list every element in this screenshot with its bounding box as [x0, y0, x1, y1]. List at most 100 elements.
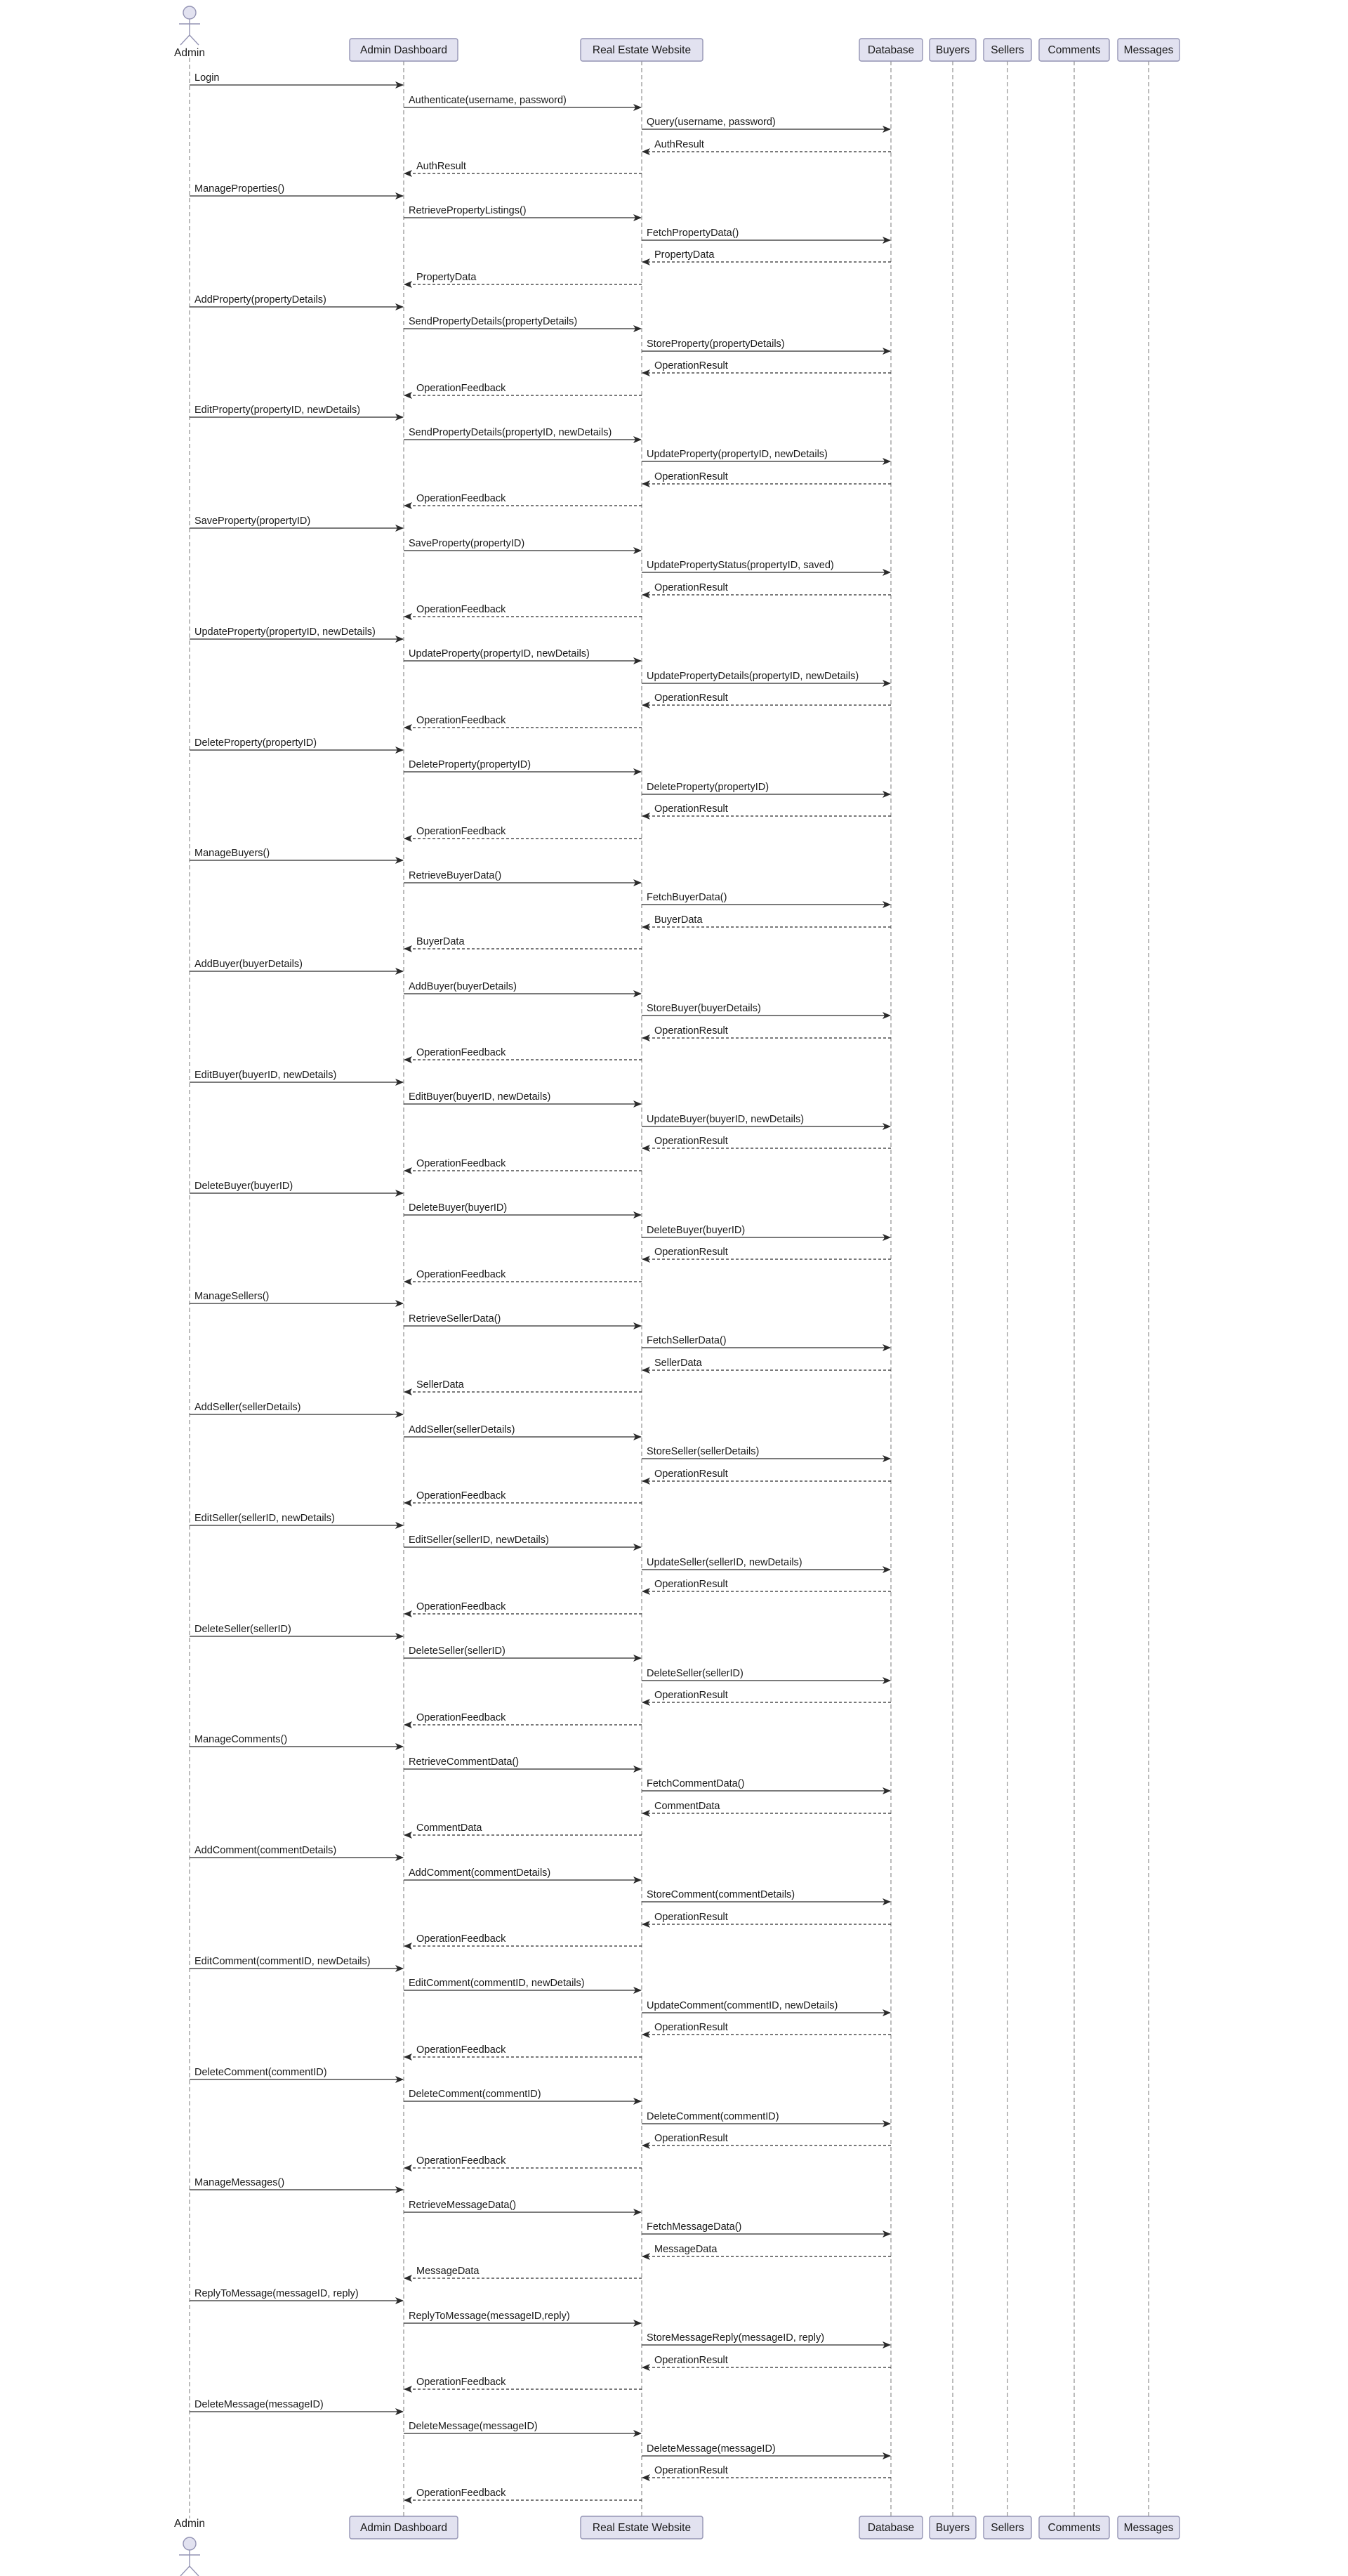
message-41-addbuyer-buyerdetails: AddBuyer(buyerDetails): [190, 959, 404, 975]
message-34-operationresult: OperationResult: [642, 803, 891, 820]
message-label: ManageComments(): [194, 1734, 287, 1745]
message-26-updateproperty-propertyid-newdetails: UpdateProperty(propertyID, newDetails): [190, 626, 404, 643]
participant-label: Database: [868, 2522, 914, 2534]
participant-comments-bottom: Comments: [1038, 2516, 1110, 2539]
message-label: DeleteProperty(propertyID): [409, 759, 531, 770]
message-label: OperationResult: [654, 1912, 728, 1923]
message-label: EditSeller(sellerID, newDetails): [409, 1535, 549, 1546]
message-17-sendpropertydetails-propertyid-newdetails: SendPropertyDetails(propertyID, newDetai…: [404, 427, 642, 443]
message-label: UpdateSeller(sellerID, newDetails): [647, 1557, 802, 1568]
message-label: DeleteMessage(messageID): [409, 2421, 538, 2432]
participant-label: Admin Dashboard: [360, 44, 447, 56]
participant-dashboard-top: Admin Dashboard: [349, 38, 458, 62]
message-86-editcomment-commentid-newdetails: EditComment(commentID, newDetails): [190, 1956, 404, 1972]
message-82-addcomment-commentdetails: AddComment(commentDetails): [404, 1867, 642, 1884]
message-15-operationfeedback: OperationFeedback: [404, 383, 642, 399]
message-78-fetchcommentdata: FetchCommentData(): [642, 1778, 891, 1794]
sequence-diagram: Login Authenticate(username, password) Que…: [174, 6, 1180, 2576]
messages: Login Authenticate(username, password) Que…: [190, 72, 891, 2504]
message-label: OperationFeedback: [416, 1158, 506, 1169]
message-8-fetchpropertydata: FetchPropertyData(): [642, 228, 891, 244]
message-80-commentdata: CommentData: [404, 1822, 642, 1839]
message-label: EditSeller(sellerID, newDetails): [194, 1513, 335, 1524]
message-55-operationfeedback: OperationFeedback: [404, 1269, 642, 1285]
message-label: MessageData: [416, 2266, 480, 2277]
participant-label: Admin Dashboard: [360, 2522, 447, 2534]
participant-messages-top: Messages: [1117, 38, 1180, 62]
participant-label: Sellers: [991, 2522, 1024, 2534]
message-107-deletemessage-messageid: DeleteMessage(messageID): [404, 2421, 642, 2437]
message-85-operationfeedback: OperationFeedback: [404, 1933, 642, 1950]
message-39-buyerdata: BuyerData: [642, 914, 891, 931]
message-label: CommentData: [416, 1822, 482, 1834]
message-label: OperationFeedback: [416, 1490, 506, 1501]
actor-admin-bottom: Admin: [174, 2518, 205, 2576]
participant-sellers-bottom: Sellers: [983, 2516, 1032, 2539]
message-label: OperationResult: [654, 582, 728, 593]
participant-label: Real Estate Website: [593, 44, 691, 56]
message-76-managecomments: ManageComments(): [190, 1734, 404, 1750]
message-25-operationfeedback: OperationFeedback: [404, 604, 642, 620]
message-98-fetchmessagedata: FetchMessageData(): [642, 2221, 891, 2237]
message-54-operationresult: OperationResult: [642, 1247, 891, 1263]
message-label: StoreProperty(propertyDetails): [647, 339, 785, 350]
message-30-operationfeedback: OperationFeedback: [404, 715, 642, 731]
message-19-operationresult: OperationResult: [642, 471, 891, 487]
actor-admin-top: Admin: [174, 6, 205, 59]
message-75-operationfeedback: OperationFeedback: [404, 1712, 642, 1728]
message-87-editcomment-commentid-newdetails: EditComment(commentID, newDetails): [404, 1978, 642, 1994]
message-49-operationresult: OperationResult: [642, 1136, 891, 1152]
message-label: RetrieveCommentData(): [409, 1756, 519, 1768]
message-68-updateseller-sellerid-newdetails: UpdateSeller(sellerID, newDetails): [642, 1557, 891, 1573]
message-label: ReplyToMessage(messageID, reply): [194, 2288, 359, 2299]
message-67-editseller-sellerid-newdetails: EditSeller(sellerID, newDetails): [404, 1535, 642, 1551]
message-label: DeleteBuyer(buyerID): [194, 1181, 293, 1192]
message-label: OperationResult: [654, 1025, 728, 1037]
message-89-operationresult: OperationResult: [642, 2022, 891, 2038]
message-11-addproperty-propertydetails: AddProperty(propertyDetails): [190, 294, 404, 310]
message-label: UpdatePropertyStatus(propertyID, saved): [647, 560, 834, 571]
message-77-retrievecommentdata: RetrieveCommentData(): [404, 1756, 642, 1773]
message-45-operationfeedback: OperationFeedback: [404, 1047, 642, 1063]
message-106-deletemessage-messageid: DeleteMessage(messageID): [190, 2399, 404, 2415]
message-label: DeleteSeller(sellerID): [409, 1645, 505, 1657]
message-59-sellerdata: SellerData: [642, 1358, 891, 1374]
message-label: RetrieveMessageData(): [409, 2200, 516, 2211]
message-7-retrievepropertylistings: RetrievePropertyListings(): [404, 205, 642, 221]
message-label: OperationResult: [654, 2133, 728, 2144]
message-label: OperationFeedback: [416, 383, 506, 394]
message-label: ManageSellers(): [194, 1291, 269, 1302]
participant-label: Comments: [1048, 44, 1101, 56]
message-23-updatepropertystatus-propertyid-saved: UpdatePropertyStatus(propertyID, saved): [642, 560, 891, 576]
message-label: AddBuyer(buyerDetails): [194, 959, 303, 970]
message-label: SaveProperty(propertyID): [194, 515, 310, 527]
message-label: ManageProperties(): [194, 183, 284, 195]
message-label: SendPropertyDetails(propertyDetails): [409, 316, 577, 327]
message-label: Authenticate(username, password): [409, 95, 567, 106]
message-88-updatecomment-commentid-newdetails: UpdateComment(commentID, newDetails): [642, 2000, 891, 2016]
message-label: OperationResult: [654, 1136, 728, 1147]
message-57-retrievesellerdata: RetrieveSellerData(): [404, 1313, 642, 1329]
message-label: OperationFeedback: [416, 2377, 506, 2388]
message-81-addcomment-commentdetails: AddComment(commentDetails): [190, 1845, 404, 1861]
message-109-operationresult: OperationResult: [642, 2465, 891, 2481]
message-label: UpdateComment(commentID, newDetails): [647, 2000, 838, 2011]
message-52-deletebuyer-buyerid: DeleteBuyer(buyerID): [404, 1202, 642, 1218]
message-label: DeleteComment(commentID): [647, 2111, 779, 2122]
message-27-updateproperty-propertyid-newdetails: UpdateProperty(propertyID, newDetails): [404, 648, 642, 664]
message-97-retrievemessagedata: RetrieveMessageData(): [404, 2200, 642, 2216]
participant-buyers-top: Buyers: [929, 38, 977, 62]
message-label: EditBuyer(buyerID, newDetails): [409, 1091, 550, 1103]
message-label: DeleteSeller(sellerID): [194, 1624, 291, 1635]
participant-label: Buyers: [936, 44, 970, 56]
message-100-messagedata: MessageData: [404, 2266, 642, 2282]
message-label: Login: [194, 72, 219, 84]
message-label: OperationResult: [654, 692, 728, 704]
message-label: OperationFeedback: [416, 2488, 506, 2499]
message-label: DeleteSeller(sellerID): [647, 1668, 744, 1679]
message-label: RetrieveSellerData(): [409, 1313, 501, 1325]
participant-buyers-bottom: Buyers: [929, 2516, 977, 2539]
message-65-operationfeedback: OperationFeedback: [404, 1490, 642, 1506]
message-92-deletecomment-commentid: DeleteComment(commentID): [404, 2089, 642, 2105]
message-label: DeleteComment(commentID): [194, 2067, 327, 2078]
